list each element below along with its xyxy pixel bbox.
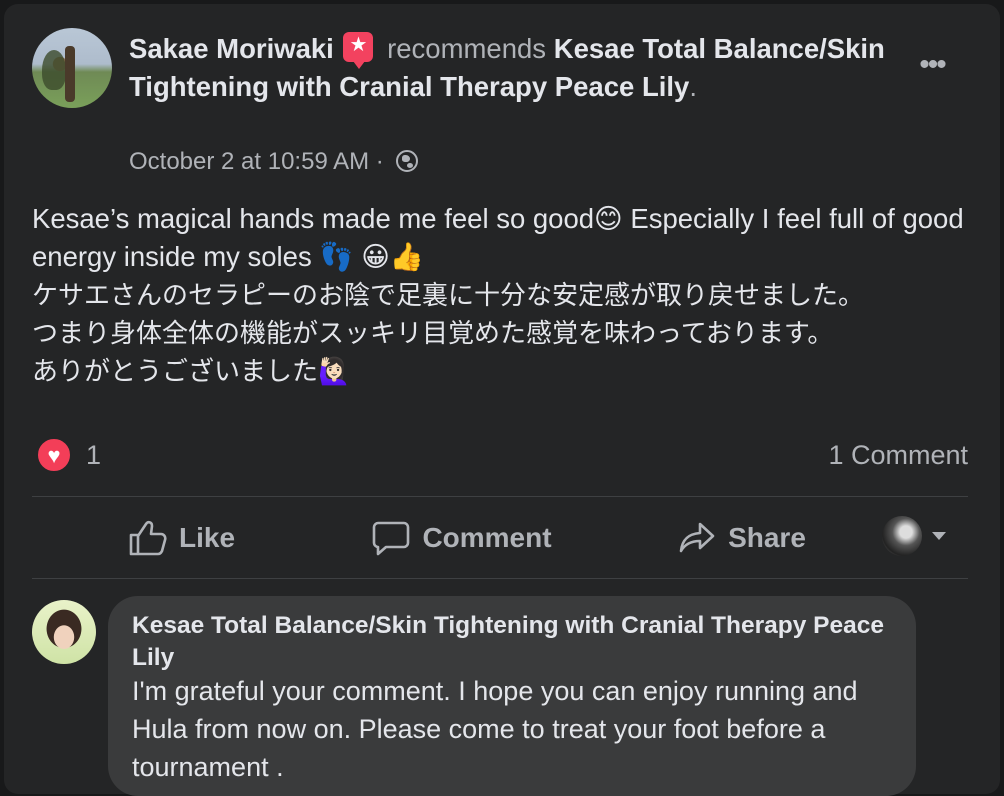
author-avatar[interactable] — [32, 28, 112, 108]
post-body-japanese-1: ケサエさんのセラピーのお陰で足裏に十分な安定感が取り戻せました。 — [32, 280, 865, 310]
viewer-avatar — [882, 516, 922, 556]
speech-bubble-icon — [373, 521, 410, 556]
avatar-tree — [42, 50, 66, 90]
comment-bubble: Kesae Total Balance/Skin Tightening with… — [108, 596, 916, 796]
comment-count-link[interactable]: 1 Comment — [828, 437, 968, 473]
post-body-english: Kesae’s magical hands made me feel so go… — [32, 203, 964, 272]
divider-bottom — [32, 578, 968, 579]
like-label: Like — [178, 522, 236, 553]
more-options-button[interactable]: ••• — [912, 50, 952, 80]
like-button[interactable]: Like — [92, 500, 272, 576]
commenter-name[interactable]: Kesae Total Balance/Skin Tightening with… — [132, 610, 892, 674]
post-body: Kesae’s magical hands made me feel so go… — [32, 200, 972, 390]
share-arrow-icon — [679, 522, 715, 553]
share-button[interactable]: Share — [652, 500, 832, 576]
action-bar: Like Comment Share — [32, 500, 968, 576]
divider-top — [32, 496, 968, 497]
share-label: Share — [728, 522, 806, 553]
comment-button[interactable]: Comment — [342, 500, 582, 576]
caret-down-icon — [932, 532, 946, 540]
comment-label: Comment — [422, 522, 552, 553]
post-header: Sakae Moriwaki recommends Kesae Total Ba… — [129, 30, 889, 106]
avatar-figure — [65, 46, 75, 102]
recommends-verb: recommends — [387, 33, 547, 64]
author-name[interactable]: Sakae Moriwaki — [129, 33, 334, 64]
post-meta: October 2 at 10:59 AM · — [129, 148, 419, 176]
reaction-summary[interactable]: 1 — [36, 437, 101, 473]
comment-text: I'm grateful your comment. I hope you ca… — [132, 676, 858, 782]
globe-icon[interactable] — [396, 150, 419, 172]
header-period: . — [689, 71, 697, 102]
commenter-avatar[interactable] — [32, 600, 96, 664]
recommend-star-icon — [343, 32, 374, 69]
post-body-japanese-2: つまり身体全体の機能がスッキリ目覚めた感覚を味わっております。 — [32, 318, 834, 348]
reaction-count: 1 — [86, 439, 102, 470]
post-body-japanese-3: ありがとうございました🙋🏻‍♀️ — [32, 356, 351, 386]
viewer-avatar-selector[interactable] — [882, 516, 946, 556]
heart-icon — [36, 437, 72, 473]
thumbs-up-icon — [129, 520, 167, 556]
post-timestamp[interactable]: October 2 at 10:59 AM — [129, 148, 369, 175]
meta-separator: · — [369, 148, 391, 175]
